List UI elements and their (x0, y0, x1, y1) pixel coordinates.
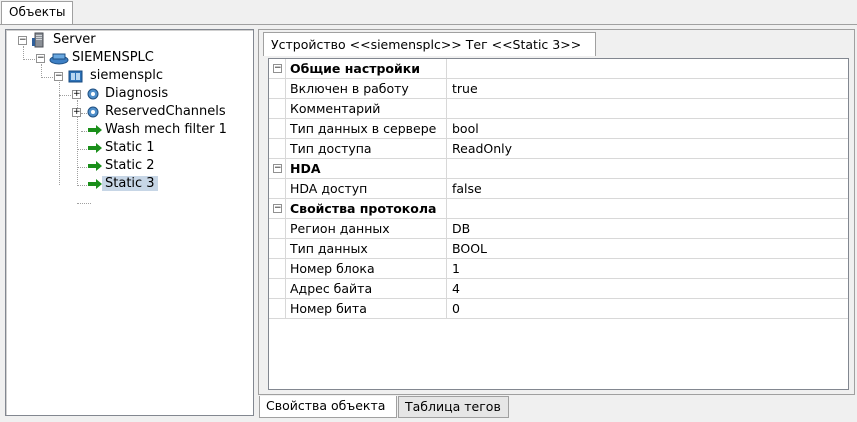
collapse-siemensplc-device-toggle[interactable]: − (54, 72, 63, 81)
property-row[interactable]: Тип доступа ReadOnly (269, 139, 848, 159)
tab-tag-table[interactable]: Таблица тегов (398, 396, 509, 418)
tree-item-reservedchannels[interactable]: ReservedChannels (102, 103, 229, 121)
category-protocol[interactable]: − Свойства протокола (269, 199, 848, 219)
tree-item-static-2[interactable]: Static 2 (102, 157, 158, 175)
server-icon (32, 32, 44, 48)
collapse-category-icon[interactable]: − (273, 64, 282, 73)
collapse-siemensplc-toggle[interactable]: − (36, 54, 45, 63)
property-row[interactable]: Номер бита 0 (269, 299, 848, 319)
tree-item-siemensplc-device[interactable]: siemensplc (87, 67, 166, 85)
tag-arrow-icon (88, 179, 102, 189)
tag-arrow-icon (88, 125, 102, 135)
collapse-category-icon[interactable]: − (273, 204, 282, 213)
collapse-server-toggle[interactable]: − (18, 36, 27, 45)
tab-objects[interactable]: Объекты (1, 1, 73, 25)
network-device-icon (49, 53, 69, 65)
property-row[interactable]: HDA доступ false (269, 179, 848, 199)
property-row[interactable]: Тип данных BOOL (269, 239, 848, 259)
property-row[interactable]: Номер блока 1 (269, 259, 848, 279)
expand-diagnosis-toggle[interactable]: + (72, 90, 81, 99)
property-row[interactable]: Регион данных DB (269, 219, 848, 239)
tab-device-tag[interactable]: Устройство <<siemensplc>> Тег <<Static 3… (263, 32, 596, 56)
device-icon (68, 70, 83, 83)
tree-item-static-1[interactable]: Static 1 (102, 139, 158, 157)
object-tree[interactable]: − Server − SIEMENSPLC − siemensplc + Dia… (5, 29, 254, 416)
collapse-category-icon[interactable]: − (273, 164, 282, 173)
property-grid[interactable]: − Общие настройки Включен в работу true К… (268, 58, 849, 390)
property-row[interactable]: Тип данных в сервере bool (269, 119, 848, 139)
property-row[interactable]: Комментарий (269, 99, 848, 119)
tree-item-static-3[interactable]: Static 3 (102, 175, 158, 193)
tree-item-server[interactable]: Server (50, 31, 99, 49)
tab-strip-divider (0, 24, 857, 25)
tab-object-properties[interactable]: Свойства объекта (259, 396, 397, 418)
category-general[interactable]: − Общие настройки (269, 59, 848, 79)
property-row[interactable]: Включен в работу true (269, 79, 848, 99)
tree-item-wash-mech-filter[interactable]: Wash mech filter 1 (102, 121, 230, 139)
tree-item-diagnosis[interactable]: Diagnosis (102, 85, 171, 103)
category-hda[interactable]: − HDA (269, 159, 848, 179)
group-gear-icon (87, 106, 99, 118)
tag-arrow-icon (88, 161, 102, 171)
expand-reservedchannels-toggle[interactable]: + (72, 108, 81, 117)
tag-arrow-icon (88, 143, 102, 153)
property-row[interactable]: Адрес байта 4 (269, 279, 848, 299)
tree-item-siemensplc-channel[interactable]: SIEMENSPLC (69, 49, 157, 67)
group-gear-icon (87, 88, 99, 100)
